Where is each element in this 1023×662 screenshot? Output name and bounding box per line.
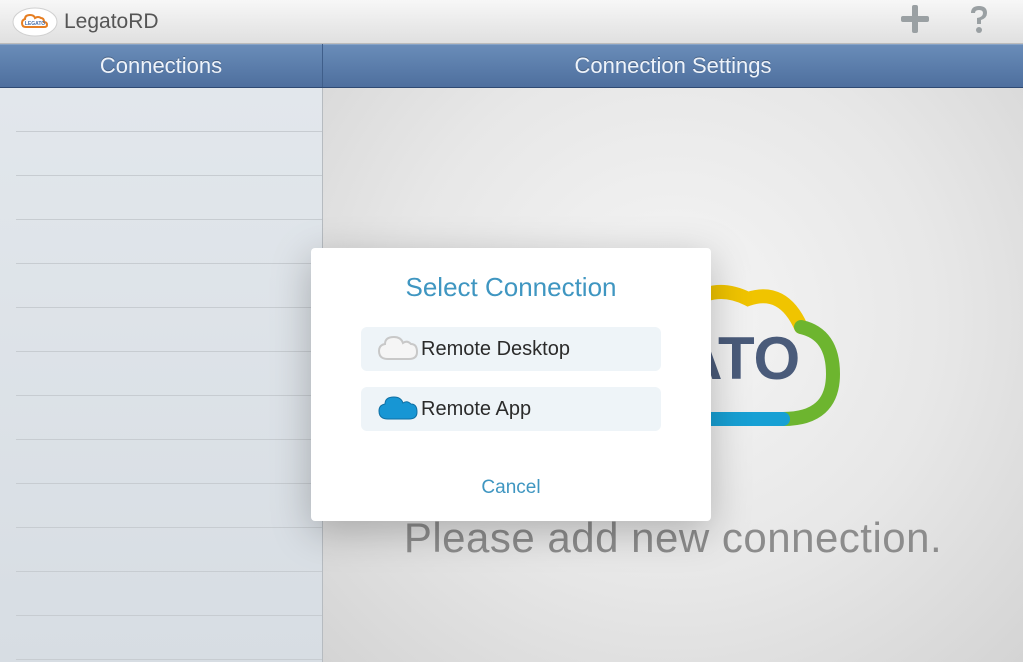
list-item (16, 572, 322, 616)
cloud-outline-icon (373, 334, 421, 364)
dialog-title: Select Connection (361, 272, 661, 303)
header-bar: Connections Connection Settings (0, 44, 1023, 88)
add-icon[interactable] (897, 1, 933, 42)
option-label: Remote Desktop (421, 338, 570, 361)
list-item (16, 176, 322, 220)
list-item (16, 396, 322, 440)
list-item (16, 88, 322, 132)
cloud-filled-icon (373, 394, 421, 424)
option-remote-app[interactable]: Remote App (361, 387, 661, 431)
list-item (16, 528, 322, 572)
list-item (16, 616, 322, 660)
list-item (16, 220, 322, 264)
option-remote-desktop[interactable]: Remote Desktop (361, 327, 661, 371)
connections-sidebar (0, 88, 323, 662)
list-item (16, 308, 322, 352)
cancel-button[interactable]: Cancel (481, 477, 540, 499)
titlebar-actions (897, 1, 1011, 42)
help-icon[interactable] (961, 1, 997, 42)
header-connections[interactable]: Connections (0, 44, 323, 87)
list-item (16, 440, 322, 484)
svg-text:LEGATO: LEGATO (25, 21, 45, 27)
header-connection-settings[interactable]: Connection Settings (323, 44, 1023, 87)
list-item (16, 132, 322, 176)
list-item (16, 264, 322, 308)
select-connection-dialog: Select Connection Remote Desktop Remote … (311, 248, 711, 521)
option-label: Remote App (421, 398, 531, 421)
app-logo-icon: LEGATO (12, 7, 58, 37)
titlebar: LEGATO LegatoRD (0, 0, 1023, 44)
list-item (16, 484, 322, 528)
list-item (16, 352, 322, 396)
app-title: LegatoRD (64, 10, 159, 34)
